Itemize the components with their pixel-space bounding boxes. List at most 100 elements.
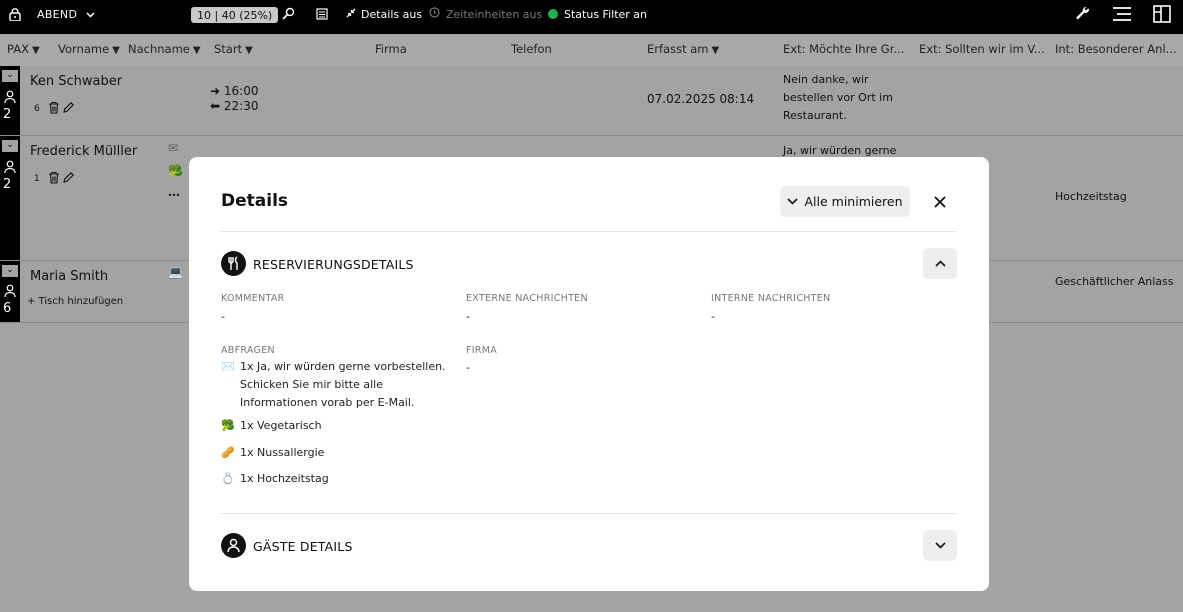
details-toggle-label: Details aus	[361, 7, 423, 21]
add-table-button[interactable]: + Tisch hinzufügen	[27, 296, 123, 307]
column-start[interactable]: Start ▼	[214, 42, 253, 56]
broccoli-icon: 🥦	[221, 419, 235, 432]
time-units-toggle[interactable]: Zeiteinheiten aus	[429, 0, 542, 28]
query-item: 🥜 1x Nussallergie	[221, 444, 461, 462]
filter-lines-icon[interactable]	[1112, 0, 1132, 28]
person-icon	[221, 533, 246, 558]
chevron-down-icon	[86, 8, 95, 21]
column-label: Nachname	[128, 42, 190, 56]
laptop-icon: 💻	[168, 265, 183, 279]
queries-label: ABFRAGEN	[221, 345, 275, 356]
chevron-down-icon[interactable]: ⌄	[2, 265, 18, 277]
person-icon	[4, 284, 16, 298]
column-telefon[interactable]: Telefon	[511, 42, 552, 56]
query-item: ✉️ 1x Ja, wir würden gerne vorbestellen.…	[221, 358, 461, 412]
details-modal: Details Alle minimieren RESERVIERUNGSDET…	[189, 157, 989, 591]
column-vorname[interactable]: Vorname ▼	[58, 42, 120, 56]
close-button[interactable]	[930, 192, 950, 212]
chevron-down-icon: ▼	[31, 45, 40, 56]
arrow-right-icon: ➜	[210, 84, 221, 98]
layout-icon[interactable]	[1153, 0, 1171, 28]
pax-count: 2	[3, 177, 12, 192]
table-row[interactable]: ⌄ 2 Ken Schwaber 6 ➜ 16:00 ⬅ 22:30 07.02…	[0, 66, 1183, 136]
status-dot-icon	[548, 9, 558, 19]
company-value: -	[466, 361, 470, 374]
column-int[interactable]: Int: Besonderer Anl...	[1055, 42, 1177, 56]
column-label: PAX	[7, 42, 29, 56]
company-label: FIRMA	[466, 345, 498, 356]
pax-strip: ⌄ 2	[0, 66, 20, 135]
shift-selector[interactable]: ABEND	[37, 0, 95, 28]
chevron-down-icon: ▼	[245, 45, 253, 56]
edit-pencil-icon[interactable]	[62, 171, 75, 187]
envelope-icon: ✉️	[221, 360, 235, 373]
pax-strip: ⌄ 2	[0, 136, 20, 260]
column-label: Ext: Sollten wir im V...	[919, 42, 1045, 56]
section-title-guest-details: GÄSTE DETAILS	[253, 539, 353, 554]
internal-messages-value: -	[711, 310, 715, 323]
guest-name[interactable]: Ken Schwaber	[30, 74, 122, 89]
section-title-reservation: RESERVIERUNGSDETAILS	[253, 257, 414, 272]
chevron-down-icon[interactable]: ⌄	[2, 70, 18, 82]
internal-messages-label: INTERNE NACHRICHTEN	[711, 293, 831, 304]
status-filter-toggle[interactable]: Status Filter an	[548, 0, 647, 28]
chevron-down-icon: ▼	[112, 45, 120, 56]
column-firma[interactable]: Firma	[375, 42, 407, 56]
external-messages-label: EXTERNE NACHRICHTEN	[466, 293, 588, 304]
column-pax[interactable]: PAX ▼	[7, 42, 40, 56]
chevron-down-icon[interactable]: ⌄	[2, 140, 18, 152]
query-text: 1x Vegetarisch	[240, 419, 322, 432]
guest-name[interactable]: Maria Smith	[30, 269, 108, 284]
column-ext-2[interactable]: Ext: Sollten wir im V...	[919, 42, 1045, 56]
column-label: Erfasst am	[647, 42, 709, 56]
reservation-times: ➜ 16:00 ⬅ 22:30	[210, 84, 258, 114]
table-header: PAX ▼ Vorname ▼ Nachname ▼ Start ▼ Firma Tel…	[0, 34, 1183, 66]
chevron-down-icon	[934, 542, 946, 549]
close-icon	[934, 196, 946, 208]
collapse-section-button[interactable]	[923, 248, 957, 279]
wrench-icon[interactable]	[1075, 0, 1091, 28]
clock-icon	[429, 7, 440, 21]
pax-count: 2	[3, 107, 12, 122]
ring-icon: 💍	[221, 472, 235, 485]
ext-answer: Nein danke, wir bestellen vor Ort im Res…	[783, 73, 893, 122]
person-icon	[4, 90, 16, 104]
query-text: 1x Ja, wir würden gerne vorbestellen. Sc…	[240, 360, 446, 409]
time-units-label: Zeiteinheiten aus	[446, 7, 543, 21]
pin-icon[interactable]	[281, 0, 295, 28]
column-label: Firma	[375, 42, 407, 56]
details-toggle[interactable]: Details aus	[346, 0, 422, 28]
modal-title: Details	[221, 191, 289, 211]
broccoli-icon: 🥦	[168, 164, 183, 178]
peanut-icon: 🥜	[221, 446, 235, 459]
divider	[221, 231, 957, 232]
departure-time: 22:30	[223, 99, 259, 113]
arrow-left-icon: ⬅	[210, 99, 221, 113]
add-table-label: Tisch hinzufügen	[38, 296, 124, 307]
pax-strip: ⌄ 6	[0, 261, 20, 322]
lock-icon[interactable]	[9, 0, 23, 28]
comment-value: -	[221, 310, 225, 323]
shift-label: ABEND	[37, 7, 78, 21]
divider	[221, 513, 957, 514]
edit-pencil-icon[interactable]	[62, 101, 75, 117]
more-dots-icon[interactable]: ⋯	[168, 188, 180, 202]
column-ext-1[interactable]: Ext: Möchte Ihre Gr...	[783, 42, 904, 56]
column-erfasst[interactable]: Erfasst am ▼	[647, 42, 719, 56]
person-icon	[4, 160, 16, 174]
trash-icon[interactable]	[48, 101, 60, 117]
table-number: 6	[34, 104, 40, 114]
expand-section-button[interactable]	[923, 530, 957, 561]
calendar-icon[interactable]	[316, 0, 328, 28]
minimize-all-button[interactable]: Alle minimieren	[780, 186, 910, 217]
minimize-all-label: Alle minimieren	[804, 194, 903, 209]
guest-name[interactable]: Frederick Mülller	[30, 144, 137, 159]
column-nachname[interactable]: Nachname ▼	[128, 42, 201, 56]
query-text: 1x Hochzeitstag	[240, 472, 329, 485]
plus-icon: +	[27, 296, 36, 307]
chevron-up-icon	[934, 260, 946, 267]
trash-icon[interactable]	[48, 171, 60, 187]
column-label: Telefon	[511, 42, 552, 56]
column-label: Int: Besonderer Anl...	[1055, 42, 1177, 56]
column-label: Ext: Möchte Ihre Gr...	[783, 42, 905, 56]
